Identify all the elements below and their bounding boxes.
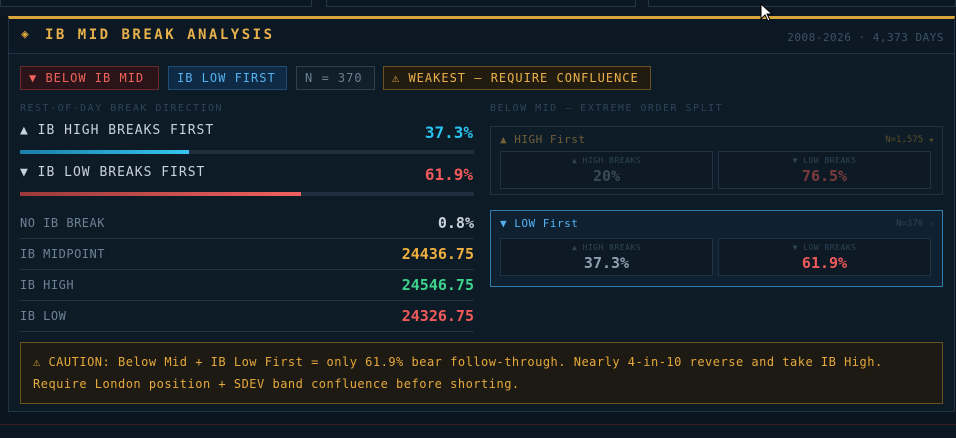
low-breaks-cell: ▼ LOW BREAKS 61.9% (718, 238, 931, 276)
top-strip-segment (0, 0, 312, 7)
top-strip (0, 0, 956, 16)
diamond-icon: ◈ (21, 27, 29, 42)
low-breaks-bar (20, 192, 474, 196)
cell-value: 20% (592, 167, 621, 185)
stat-value: 0.8% (437, 214, 474, 232)
high-breaks-bar (20, 150, 474, 154)
break-direction-heading: REST-OF-DAY BREAK DIRECTION (20, 103, 224, 114)
low-breaks-bar-fill (20, 192, 302, 196)
stat-row: IB LOW 24326.75 (20, 301, 474, 332)
cell-label: ▼ LOW BREAKS (792, 156, 857, 165)
low-first-card[interactable]: ▼ LOW First N=370 ⚠ ▲ HIGH BREAKS 37.3% … (490, 210, 943, 287)
ib-mid-break-panel: ◈ IB MID BREAK ANALYSIS 2008-2026 · 4,37… (8, 16, 955, 412)
top-strip-segment (326, 0, 636, 7)
high-breaks-cell: ▲ HIGH BREAKS 20% (500, 151, 713, 189)
stat-row: IB MIDPOINT 24436.75 (20, 239, 474, 270)
panel-title: IB MID BREAK ANALYSIS (45, 27, 275, 43)
cell-value: 61.9% (801, 254, 848, 272)
cell-label: ▲ HIGH BREAKS (571, 156, 642, 165)
caution-banner: ⚠ CAUTION: Below Mid + IB Low First = on… (20, 342, 943, 404)
stat-row: IB HIGH 24546.75 (20, 270, 474, 301)
bottom-strip (0, 424, 956, 438)
high-breaks-bar-fill (20, 150, 190, 154)
below-ib-mid-badge: ▼ BELOW IB MID (20, 66, 159, 90)
stat-value: 24326.75 (401, 307, 474, 325)
low-breaks-first-label: ▼ IB LOW BREAKS FIRST (20, 165, 206, 180)
high-first-count: N=1,575 ★ (885, 135, 934, 145)
caution-line-2: Require London position + SDEV band conf… (33, 377, 520, 391)
cell-label: ▼ LOW BREAKS (792, 243, 857, 252)
weakest-warning-badge: ⚠ WEAKEST — REQUIRE CONFLUENCE (383, 66, 651, 90)
stat-label: NO IB BREAK (20, 216, 105, 230)
panel-header: ◈ IB MID BREAK ANALYSIS 2008-2026 · 4,37… (9, 19, 954, 54)
caution-line-1: ⚠ CAUTION: Below Mid + IB Low First = on… (33, 355, 883, 369)
low-breaks-cell: ▼ LOW BREAKS 76.5% (718, 151, 931, 189)
stat-value: 24436.75 (401, 245, 474, 263)
stat-label: IB HIGH (20, 278, 75, 292)
low-first-title: ▼ LOW First (500, 217, 579, 230)
stat-label: IB MIDPOINT (20, 247, 105, 261)
sample-size-badge: N = 370 (296, 66, 375, 90)
high-breaks-first-pct: 37.3% (424, 123, 473, 142)
ib-low-first-badge: IB LOW FIRST (168, 66, 287, 90)
stat-row: NO IB BREAK 0.8% (20, 208, 474, 239)
low-breaks-first-pct: 61.9% (424, 165, 473, 184)
low-first-count: N=370 ⚠ (896, 219, 934, 229)
cell-value: 76.5% (801, 167, 848, 185)
cell-label: ▲ HIGH BREAKS (571, 243, 642, 252)
top-strip-segment (648, 0, 956, 7)
date-range: 2008-2026 · 4,373 DAYS (787, 31, 944, 44)
stat-label: IB LOW (20, 309, 67, 323)
stat-value: 24546.75 (401, 276, 474, 294)
extreme-order-heading: BELOW MID — EXTREME ORDER SPLIT (490, 103, 724, 114)
high-first-card[interactable]: ▲ HIGH First N=1,575 ★ ▲ HIGH BREAKS 20%… (490, 126, 943, 195)
high-breaks-first-label: ▲ IB HIGH BREAKS FIRST (20, 123, 215, 138)
high-breaks-cell: ▲ HIGH BREAKS 37.3% (500, 238, 713, 276)
high-first-title: ▲ HIGH First (500, 133, 586, 146)
cell-value: 37.3% (583, 254, 630, 272)
mouse-pointer-icon (760, 3, 774, 22)
